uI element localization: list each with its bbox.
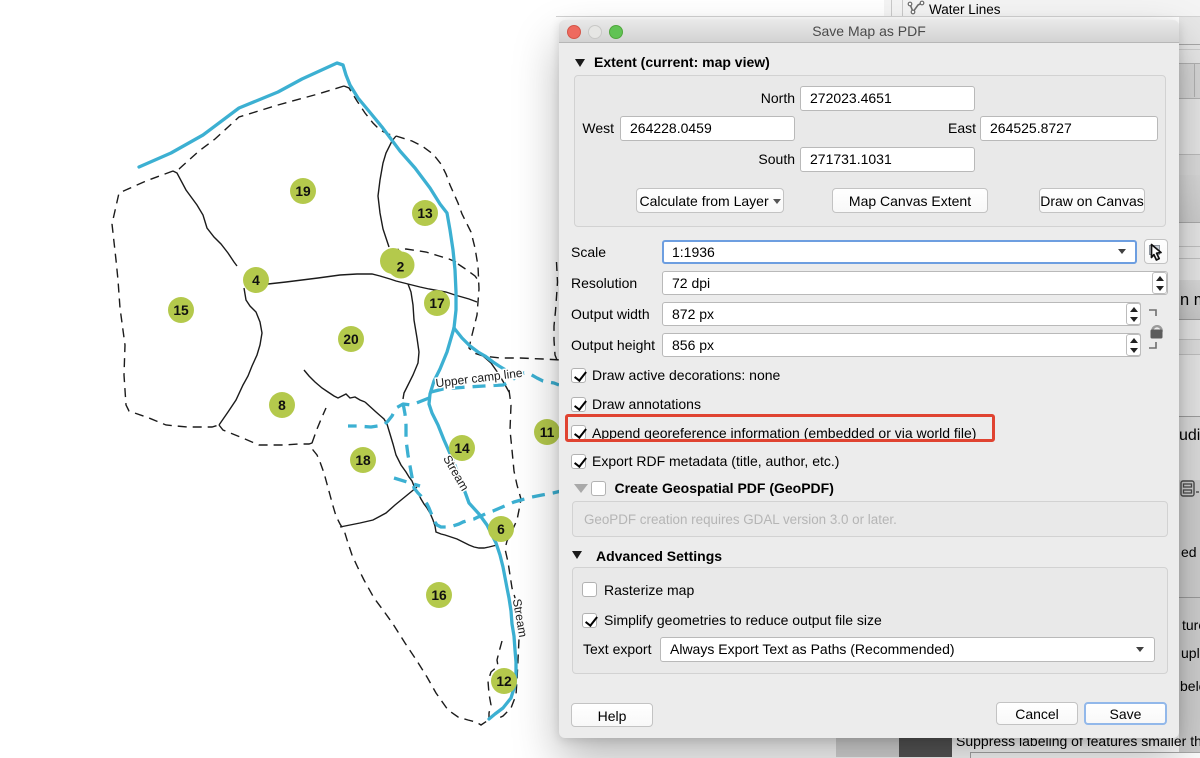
svg-text:2: 2 (397, 260, 405, 275)
svg-text:15: 15 (173, 303, 189, 318)
svg-text:16: 16 (431, 588, 447, 603)
svg-text:13: 13 (417, 206, 433, 221)
svg-text:20: 20 (343, 332, 359, 347)
svg-text:8: 8 (278, 398, 286, 413)
svg-text:4: 4 (252, 273, 260, 288)
svg-text:11: 11 (540, 425, 555, 440)
svg-text:6: 6 (497, 522, 505, 537)
svg-text:18: 18 (355, 453, 371, 468)
svg-text:17: 17 (429, 296, 445, 311)
svg-text:14: 14 (454, 441, 470, 456)
svg-text:12: 12 (496, 674, 512, 689)
svg-text:19: 19 (295, 184, 311, 199)
